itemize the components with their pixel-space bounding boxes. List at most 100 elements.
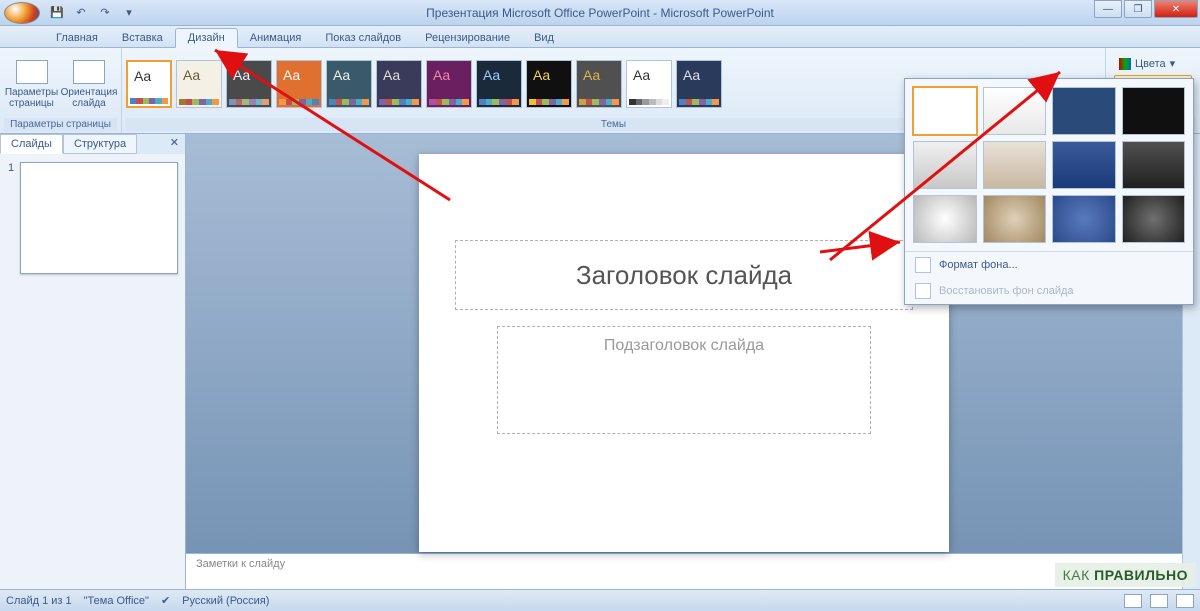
panel-close-icon[interactable]: ✕ bbox=[164, 134, 185, 154]
watermark: КАК ПРАВИЛЬНО bbox=[1055, 563, 1196, 587]
slide-thumbnail[interactable] bbox=[20, 162, 178, 274]
theme-thumb[interactable]: Aa bbox=[676, 60, 722, 108]
bg-swatch[interactable] bbox=[1122, 195, 1186, 243]
status-slide-count: Слайд 1 из 1 bbox=[6, 595, 72, 607]
theme-aa-icon: Aa bbox=[533, 67, 550, 83]
page-setup-label: Параметры страницы bbox=[4, 87, 59, 109]
undo-icon[interactable]: ↶ bbox=[72, 4, 90, 22]
bg-swatch[interactable] bbox=[983, 141, 1047, 189]
theme-thumb[interactable]: Aa bbox=[226, 60, 272, 108]
colors-icon bbox=[1119, 58, 1131, 70]
slides-panel: Слайды Структура ✕ 1 bbox=[0, 134, 186, 589]
title-placeholder[interactable]: Заголовок слайда bbox=[455, 240, 913, 310]
theme-thumb[interactable]: Aa bbox=[526, 60, 572, 108]
window-controls: — ❐ ✕ bbox=[1094, 0, 1200, 18]
colors-button[interactable]: Цвета ▾ bbox=[1114, 54, 1192, 73]
theme-aa-icon: Aa bbox=[683, 67, 700, 83]
reset-bg-label: Восстановить фон слайда bbox=[939, 285, 1074, 297]
slide[interactable]: Заголовок слайда Подзаголовок слайда bbox=[419, 154, 949, 552]
tab-Рецензирование[interactable]: Рецензирование bbox=[413, 29, 522, 47]
status-language[interactable]: Русский (Россия) bbox=[182, 595, 269, 607]
qat-more-icon[interactable]: ▾ bbox=[120, 4, 138, 22]
theme-aa-icon: Aa bbox=[333, 67, 350, 83]
format-bg-label: Формат фона... bbox=[939, 259, 1018, 271]
subtitle-placeholder[interactable]: Подзаголовок слайда bbox=[497, 326, 871, 434]
bg-swatch[interactable] bbox=[1122, 87, 1186, 135]
thumb-number: 1 bbox=[8, 162, 14, 174]
window-title: Презентация Microsoft Office PowerPoint … bbox=[426, 6, 774, 20]
subtitle-placeholder-text: Подзаголовок слайда bbox=[604, 337, 764, 355]
background-styles-dropdown: Формат фона... Восстановить фон слайда bbox=[904, 78, 1194, 305]
theme-thumb[interactable]: Aa bbox=[426, 60, 472, 108]
page-setup-button[interactable]: Параметры страницы bbox=[4, 52, 59, 116]
quick-access-toolbar: 💾 ↶ ↷ ▾ bbox=[48, 4, 138, 22]
bg-swatch[interactable] bbox=[1052, 141, 1116, 189]
theme-aa-icon: Aa bbox=[433, 67, 450, 83]
tab-Дизайн[interactable]: Дизайн bbox=[175, 28, 238, 48]
theme-aa-icon: Aa bbox=[283, 67, 300, 83]
bg-swatch[interactable] bbox=[913, 87, 977, 135]
theme-aa-icon: Aa bbox=[183, 67, 200, 83]
group-page-params: Параметры страницы Ориентация слайда Пар… bbox=[0, 48, 122, 133]
bg-swatch-grid bbox=[905, 79, 1193, 251]
panel-tab-slides[interactable]: Слайды bbox=[0, 134, 63, 154]
panel-tab-outline[interactable]: Структура bbox=[63, 134, 137, 154]
tab-Показ слайдов[interactable]: Показ слайдов bbox=[313, 29, 413, 47]
theme-thumb[interactable]: Aa bbox=[326, 60, 372, 108]
slideshow-view-button[interactable] bbox=[1176, 594, 1194, 608]
redo-icon[interactable]: ↷ bbox=[96, 4, 114, 22]
theme-thumb[interactable]: Aa bbox=[276, 60, 322, 108]
bg-swatch[interactable] bbox=[1052, 87, 1116, 135]
bg-swatch[interactable] bbox=[1122, 141, 1186, 189]
bg-swatch[interactable] bbox=[913, 195, 977, 243]
theme-thumb[interactable]: Aa bbox=[376, 60, 422, 108]
orientation-button[interactable]: Ориентация слайда bbox=[61, 52, 117, 116]
orientation-label: Ориентация слайда bbox=[61, 87, 118, 109]
bg-swatch[interactable] bbox=[913, 141, 977, 189]
tab-Вставка[interactable]: Вставка bbox=[110, 29, 175, 47]
reset-bg-icon bbox=[915, 283, 931, 299]
status-theme: "Тема Office" bbox=[84, 595, 149, 607]
orientation-icon bbox=[73, 60, 105, 84]
theme-thumb[interactable]: Aa bbox=[576, 60, 622, 108]
title-bar: 💾 ↶ ↷ ▾ Презентация Microsoft Office Pow… bbox=[0, 0, 1200, 26]
title-placeholder-text: Заголовок слайда bbox=[576, 260, 792, 291]
group-page-params-label: Параметры страницы bbox=[4, 118, 117, 131]
format-background-item[interactable]: Формат фона... bbox=[905, 252, 1193, 278]
ribbon-tabs: ГлавнаяВставкаДизайнАнимацияПоказ слайдо… bbox=[0, 26, 1200, 48]
theme-aa-icon: Aa bbox=[583, 67, 600, 83]
watermark-b: ПРАВИЛЬНО bbox=[1094, 567, 1188, 583]
watermark-a: КАК bbox=[1063, 567, 1090, 583]
close-button[interactable]: ✕ bbox=[1154, 0, 1198, 18]
save-icon[interactable]: 💾 bbox=[48, 4, 66, 22]
page-setup-icon bbox=[16, 60, 48, 84]
bg-swatch[interactable] bbox=[983, 195, 1047, 243]
thumbnail-list: 1 bbox=[0, 154, 185, 282]
notes-placeholder: Заметки к слайду bbox=[196, 558, 285, 570]
panel-tabs: Слайды Структура ✕ bbox=[0, 134, 185, 154]
reset-background-item: Восстановить фон слайда bbox=[905, 278, 1193, 304]
tab-Анимация[interactable]: Анимация bbox=[238, 29, 314, 47]
tab-Вид[interactable]: Вид bbox=[522, 29, 566, 47]
theme-thumb[interactable]: Aa bbox=[476, 60, 522, 108]
tab-Главная[interactable]: Главная bbox=[44, 29, 110, 47]
theme-thumb[interactable]: Aa bbox=[626, 60, 672, 108]
theme-aa-icon: Aa bbox=[483, 67, 500, 83]
theme-aa-icon: Aa bbox=[134, 68, 151, 84]
notes-pane[interactable]: Заметки к слайду bbox=[186, 553, 1182, 589]
bg-swatch[interactable] bbox=[1052, 195, 1116, 243]
sorter-view-button[interactable] bbox=[1150, 594, 1168, 608]
theme-aa-icon: Aa bbox=[233, 67, 250, 83]
maximize-button[interactable]: ❐ bbox=[1124, 0, 1152, 18]
spellcheck-icon[interactable]: ✔ bbox=[161, 594, 170, 607]
office-button[interactable] bbox=[4, 2, 40, 24]
status-bar: Слайд 1 из 1 "Тема Office" ✔ Русский (Ро… bbox=[0, 589, 1200, 611]
colors-label: Цвета bbox=[1135, 58, 1166, 70]
normal-view-button[interactable] bbox=[1124, 594, 1142, 608]
format-bg-icon bbox=[915, 257, 931, 273]
bg-swatch[interactable] bbox=[983, 87, 1047, 135]
minimize-button[interactable]: — bbox=[1094, 0, 1122, 18]
theme-thumb[interactable]: Aa bbox=[126, 60, 172, 108]
theme-thumb[interactable]: Aa bbox=[176, 60, 222, 108]
theme-aa-icon: Aa bbox=[383, 67, 400, 83]
